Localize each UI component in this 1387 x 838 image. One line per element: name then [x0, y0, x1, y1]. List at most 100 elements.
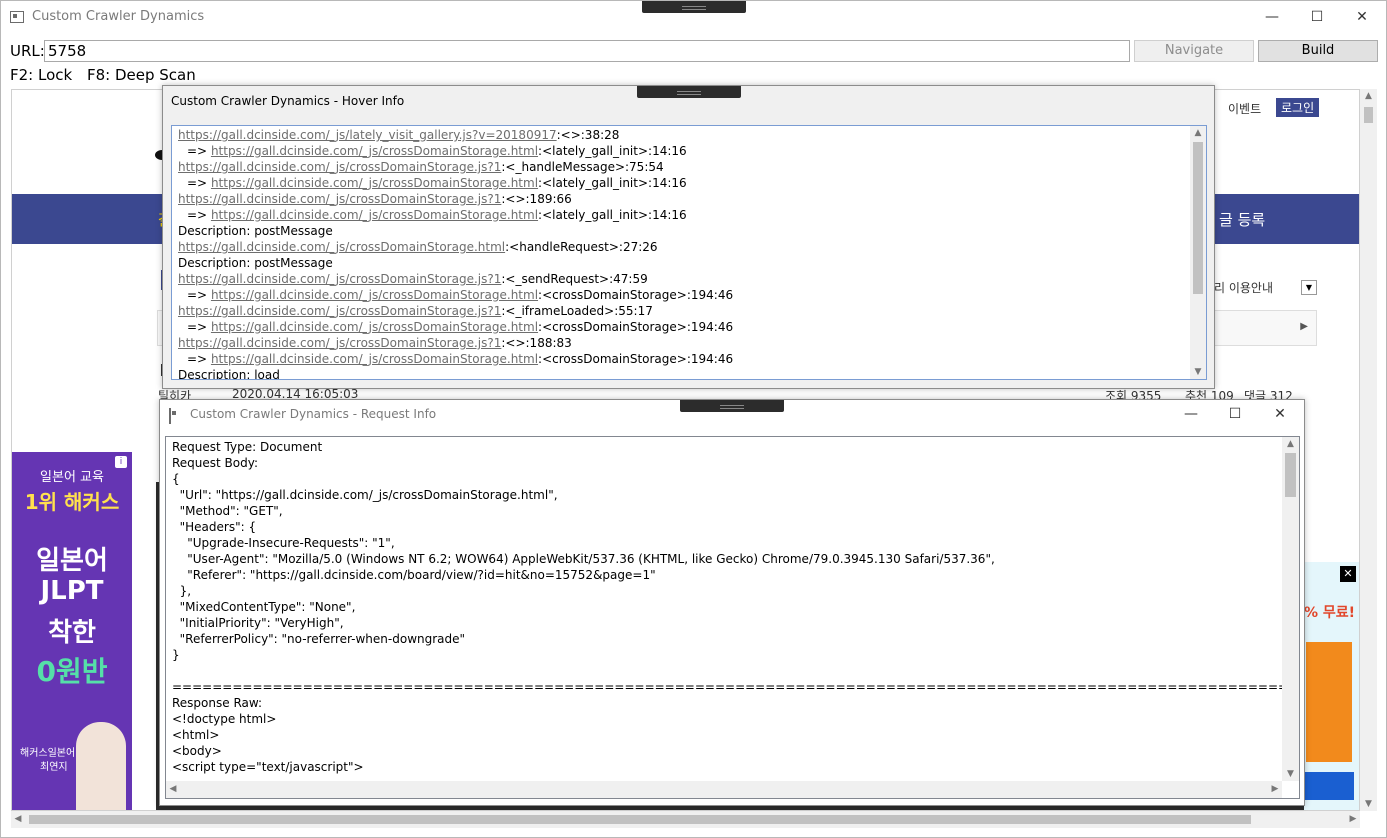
request-close-button[interactable]: ✕ [1257, 400, 1303, 428]
scroll-up-arrow-icon[interactable]: ▲ [1360, 89, 1377, 103]
right-ad-banner[interactable]: % 무료! [1304, 562, 1359, 810]
request-drag-handle[interactable] [680, 400, 784, 412]
top-link-login[interactable]: 로그인 [1276, 98, 1320, 117]
script-link[interactable]: https://gall.dcinside.com/_js/crossDomai… [178, 304, 501, 318]
hint-lock: F2: Lock [10, 66, 73, 84]
line-detail: :<_handleMessage>:75:54 [501, 160, 664, 174]
hover-scroll-thumb[interactable] [1193, 142, 1203, 294]
script-link[interactable]: https://gall.dcinside.com/_js/crossDomai… [211, 320, 538, 334]
hover-line: https://gall.dcinside.com/_js/crossDomai… [172, 271, 1206, 287]
request-line: "User-Agent": "Mozilla/5.0 (Windows NT 6… [172, 552, 995, 566]
ad-line-7: 해커스일본어 [20, 748, 76, 759]
hover-line: Description: load [172, 367, 1206, 380]
page-horizontal-scrollbar[interactable]: ◀ ▶ [11, 811, 1360, 828]
minimize-button[interactable]: — [1249, 1, 1295, 32]
line-detail: :<handleRequest>:27:26 [505, 240, 658, 254]
hover-line: => https://gall.dcinside.com/_js/crossDo… [172, 207, 1206, 223]
request-scroll-right-arrow-icon[interactable]: ▶ [1268, 781, 1282, 798]
request-scroll-up-arrow-icon[interactable]: ▲ [1282, 437, 1299, 451]
request-line: "InitialPriority": "VeryHigh", [172, 616, 344, 630]
script-link[interactable]: https://gall.dcinside.com/_js/crossDomai… [211, 288, 538, 302]
dropdown-toggle[interactable]: ▼ [1301, 280, 1317, 295]
request-info-textbox[interactable]: Request Type: Document Request Body: { "Ur… [165, 436, 1300, 799]
build-button[interactable]: Build [1258, 40, 1378, 62]
h-scroll-thumb[interactable] [29, 815, 1251, 824]
usage-guide-link[interactable]: 리 이용안내 [1214, 279, 1273, 296]
hover-line: Description: postMessage [172, 223, 1206, 239]
hover-line: https://gall.dcinside.com/_js/crossDomai… [172, 239, 1206, 255]
line-detail: :<crossDomainStorage>:194:46 [538, 288, 734, 302]
hover-line: => https://gall.dcinside.com/_js/crossDo… [172, 175, 1206, 191]
hover-line: => https://gall.dcinside.com/_js/crossDo… [172, 351, 1206, 367]
request-line: <script type="text/javascript"> [172, 760, 364, 774]
script-link[interactable]: https://gall.dcinside.com/_js/crossDomai… [178, 160, 501, 174]
script-link[interactable]: https://gall.dcinside.com/_js/crossDomai… [211, 176, 538, 190]
close-button[interactable]: ✕ [1339, 1, 1385, 32]
right-ad-button[interactable] [1304, 772, 1354, 800]
script-link[interactable]: https://gall.dcinside.com/_js/crossDomai… [178, 336, 501, 350]
right-ad-text: % 무료! [1304, 605, 1356, 621]
scroll-right-arrow-icon[interactable]: ▶ [1346, 811, 1360, 828]
call-arrow: => [187, 352, 211, 366]
script-link[interactable]: https://gall.dcinside.com/_js/crossDomai… [211, 144, 538, 158]
maximize-button[interactable]: ☐ [1294, 1, 1340, 32]
chevron-right-icon[interactable]: ▶ [1300, 321, 1308, 332]
hover-line: https://gall.dcinside.com/_js/lately_vis… [172, 127, 1206, 143]
script-link[interactable]: https://gall.dcinside.com/_js/crossDomai… [211, 352, 538, 366]
request-line: "Upgrade-Insecure-Requests": "1", [172, 536, 395, 550]
hover-scroll-up-arrow-icon[interactable]: ▲ [1190, 126, 1206, 140]
drag-handle[interactable] [642, 1, 746, 13]
top-link-event[interactable]: 이벤트 [1228, 100, 1261, 117]
hover-line: => https://gall.dcinside.com/_js/crossDo… [172, 319, 1206, 335]
navigate-button[interactable]: Navigate [1134, 40, 1254, 62]
ad-close-button[interactable]: ✕ [1340, 566, 1356, 582]
request-line: "Url": "https://gall.dcinside.com/_js/cr… [172, 488, 558, 502]
scroll-left-arrow-icon[interactable]: ◀ [11, 811, 25, 828]
nav-write-link[interactable]: 글 등록 [1219, 209, 1265, 230]
request-line: "Method": "GET", [172, 504, 283, 518]
hover-drag-handle[interactable] [637, 86, 741, 98]
request-scroll-down-arrow-icon[interactable]: ▼ [1282, 767, 1299, 781]
request-scroll-thumb[interactable] [1285, 453, 1296, 497]
line-detail: :<_iframeLoaded>:55:17 [501, 304, 653, 318]
script-link[interactable]: https://gall.dcinside.com/_js/crossDomai… [178, 272, 501, 286]
request-line: "ReferrerPolicy": "no-referrer-when-down… [172, 632, 466, 646]
script-link[interactable]: https://gall.dcinside.com/_js/crossDomai… [178, 192, 501, 206]
request-horizontal-scrollbar[interactable]: ◀ ▶ [166, 781, 1282, 798]
line-detail: :<crossDomainStorage>:194:46 [538, 320, 734, 334]
request-scroll-left-arrow-icon[interactable]: ◀ [166, 781, 180, 798]
url-input[interactable]: 5758 [44, 40, 1130, 62]
request-line: <html> [172, 728, 220, 742]
request-line: <body> [172, 744, 222, 758]
page-vertical-scrollbar[interactable]: ▲ ▼ [1360, 89, 1377, 811]
line-detail: Description: load [178, 368, 280, 380]
ad-line-8: 최연지 [40, 762, 68, 773]
request-line: "Referer": "https://gall.dcinside.com/bo… [172, 568, 656, 582]
request-info-window[interactable]: Custom Crawler Dynamics - Request Info —… [159, 399, 1305, 806]
request-app-icon [169, 408, 171, 424]
request-maximize-button[interactable]: ☐ [1212, 400, 1258, 428]
script-link[interactable]: https://gall.dcinside.com/_js/lately_vis… [178, 128, 557, 142]
ad-line-6: 0원반 [36, 655, 108, 688]
request-vertical-scrollbar[interactable]: ▲ ▼ [1282, 437, 1299, 781]
left-ad-banner[interactable]: i 일본어 교육 1위 해커스 일본어 JLPT 착한 0원반 해커스일본어 최… [12, 452, 132, 810]
scroll-thumb[interactable] [1364, 107, 1373, 123]
line-detail: :<_sendRequest>:47:59 [501, 272, 648, 286]
ad-line-1: 일본어 교육 [40, 470, 104, 485]
hover-info-window[interactable]: Custom Crawler Dynamics - Hover Info htt… [162, 85, 1215, 389]
ad-line-3: 일본어 [36, 546, 108, 576]
request-line: Response Raw: [172, 696, 263, 710]
hover-line: Description: postMessage [172, 255, 1206, 271]
script-link[interactable]: https://gall.dcinside.com/_js/crossDomai… [211, 208, 538, 222]
scroll-down-arrow-icon[interactable]: ▼ [1360, 797, 1377, 811]
line-detail: :<lately_gall_init>:14:16 [538, 176, 687, 190]
hover-scroll-down-arrow-icon[interactable]: ▼ [1190, 365, 1206, 379]
hover-line: https://gall.dcinside.com/_js/crossDomai… [172, 303, 1206, 319]
hover-info-textbox[interactable]: https://gall.dcinside.com/_js/lately_vis… [171, 125, 1207, 380]
right-ad-book [1306, 642, 1352, 762]
ad-line-4: JLPT [40, 576, 104, 606]
hover-vertical-scrollbar[interactable]: ▲ ▼ [1190, 126, 1206, 379]
request-minimize-button[interactable]: — [1168, 400, 1214, 428]
request-line: Request Type: Document [172, 440, 323, 454]
script-link[interactable]: https://gall.dcinside.com/_js/crossDomai… [178, 240, 505, 254]
